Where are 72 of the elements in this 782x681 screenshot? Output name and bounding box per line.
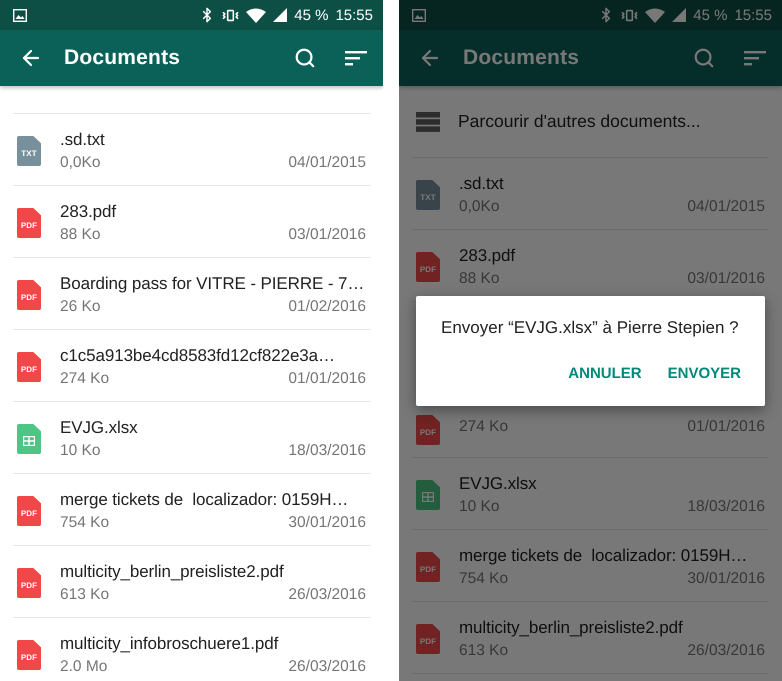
file-size: 26 Ko	[60, 297, 102, 317]
file-name[interactable]: 283.pdf	[60, 201, 366, 223]
file-size: 613 Ko	[459, 641, 510, 661]
file-size: 754 Ko	[459, 569, 510, 589]
clock: 15:55	[335, 6, 373, 24]
battery-level: 45 %	[294, 6, 328, 24]
file-size: 754 Ko	[60, 513, 110, 533]
file-size: 10 Ko	[60, 441, 102, 461]
file-name[interactable]: multicity_berlin_preisliste2.pdf	[459, 617, 765, 639]
file-date: 03/01/2016	[687, 269, 765, 289]
image-icon	[412, 8, 426, 22]
clock: 15:55	[734, 6, 772, 24]
file-size: 0,0Ko	[459, 197, 501, 217]
file-type-label: PDF	[20, 580, 38, 590]
file-size: 88 Ko	[60, 225, 102, 245]
file-date: 30/01/2016	[288, 513, 366, 533]
file-size: 0,0Ko	[60, 153, 102, 173]
file-name[interactable]: merge tickets de localizador: 0159H…	[459, 545, 765, 567]
file-date: 04/01/2015	[687, 197, 765, 217]
file-date: 04/01/2015	[288, 153, 366, 173]
battery-level: 45 %	[693, 6, 728, 24]
file-size: 613 Ko	[60, 585, 110, 605]
file-name[interactable]: multicity_infobroschuere1.pdf	[60, 633, 366, 655]
file-date: 30/01/2016	[687, 569, 765, 589]
spreadsheet-file-icon	[416, 480, 440, 510]
file-type-label: PDF	[420, 636, 436, 646]
file-name[interactable]: EVJG.xlsx	[459, 473, 765, 495]
dialog-message: Envoyer “EVJG.xlsx” à Pierre Stepien ?	[441, 318, 740, 338]
screen-title: Documents	[463, 46, 580, 70]
file-type-label: PDF	[20, 508, 38, 518]
wifi-icon	[246, 8, 266, 22]
file-date: 01/01/2016	[288, 369, 366, 389]
file-date: 26/03/2016	[288, 657, 366, 677]
file-name[interactable]: .sd.txt	[459, 173, 765, 195]
file-date: 26/03/2016	[288, 585, 366, 605]
file-date: 26/03/2016	[687, 641, 765, 661]
file-date: 01/02/2016	[288, 297, 366, 317]
dialog-button[interactable]: ENVOYER	[668, 365, 741, 382]
file-date: 01/01/2016	[687, 417, 765, 437]
file-size: 274 Ko	[60, 369, 110, 389]
file-name[interactable]: c1c5a913be4cd8583fd12cf822e3a…	[60, 345, 366, 367]
file-name[interactable]: EVJG.xlsx	[60, 417, 366, 439]
file-date: 18/03/2016	[687, 497, 765, 517]
file-type-label: PDF	[20, 652, 38, 662]
file-type-label: PDF	[420, 428, 436, 436]
file-type-label: PDF	[20, 292, 38, 302]
dialog-button[interactable]: ANNULER	[568, 365, 642, 382]
file-type-label: PDF	[20, 220, 38, 230]
file-size: 274 Ko	[459, 417, 510, 437]
browse-documents-item[interactable]: Parcourir d'autres documents...	[458, 111, 701, 132]
file-type-label: TXT	[21, 148, 37, 158]
file-size: 2.0 Mo	[60, 657, 108, 677]
file-name[interactable]: .sd.txt	[60, 129, 366, 151]
file-size: 88 Ko	[459, 269, 501, 289]
file-name[interactable]: multicity_berlin_preisliste2.pdf	[60, 561, 366, 583]
file-type-label: PDF	[420, 564, 436, 574]
screen-title: Documents	[64, 46, 182, 70]
file-type-label: PDF	[20, 364, 38, 374]
spreadsheet-file-icon	[17, 424, 41, 454]
file-type-label: TXT	[420, 192, 436, 202]
file-name[interactable]: Boarding pass for VITRE - PIERRE - 7…	[60, 273, 366, 295]
file-name[interactable]: merge tickets de localizador: 0159H…	[60, 489, 366, 511]
image-icon	[13, 8, 27, 22]
file-size: 10 Ko	[459, 497, 501, 517]
storage-icon	[416, 112, 440, 132]
file-type-label: PDF	[420, 264, 436, 274]
wifi-icon	[645, 8, 666, 22]
file-date: 18/03/2016	[288, 441, 366, 461]
file-date: 03/01/2016	[288, 225, 366, 245]
signal-icon	[672, 8, 686, 22]
signal-icon	[273, 8, 288, 22]
file-name[interactable]: 283.pdf	[459, 245, 765, 267]
